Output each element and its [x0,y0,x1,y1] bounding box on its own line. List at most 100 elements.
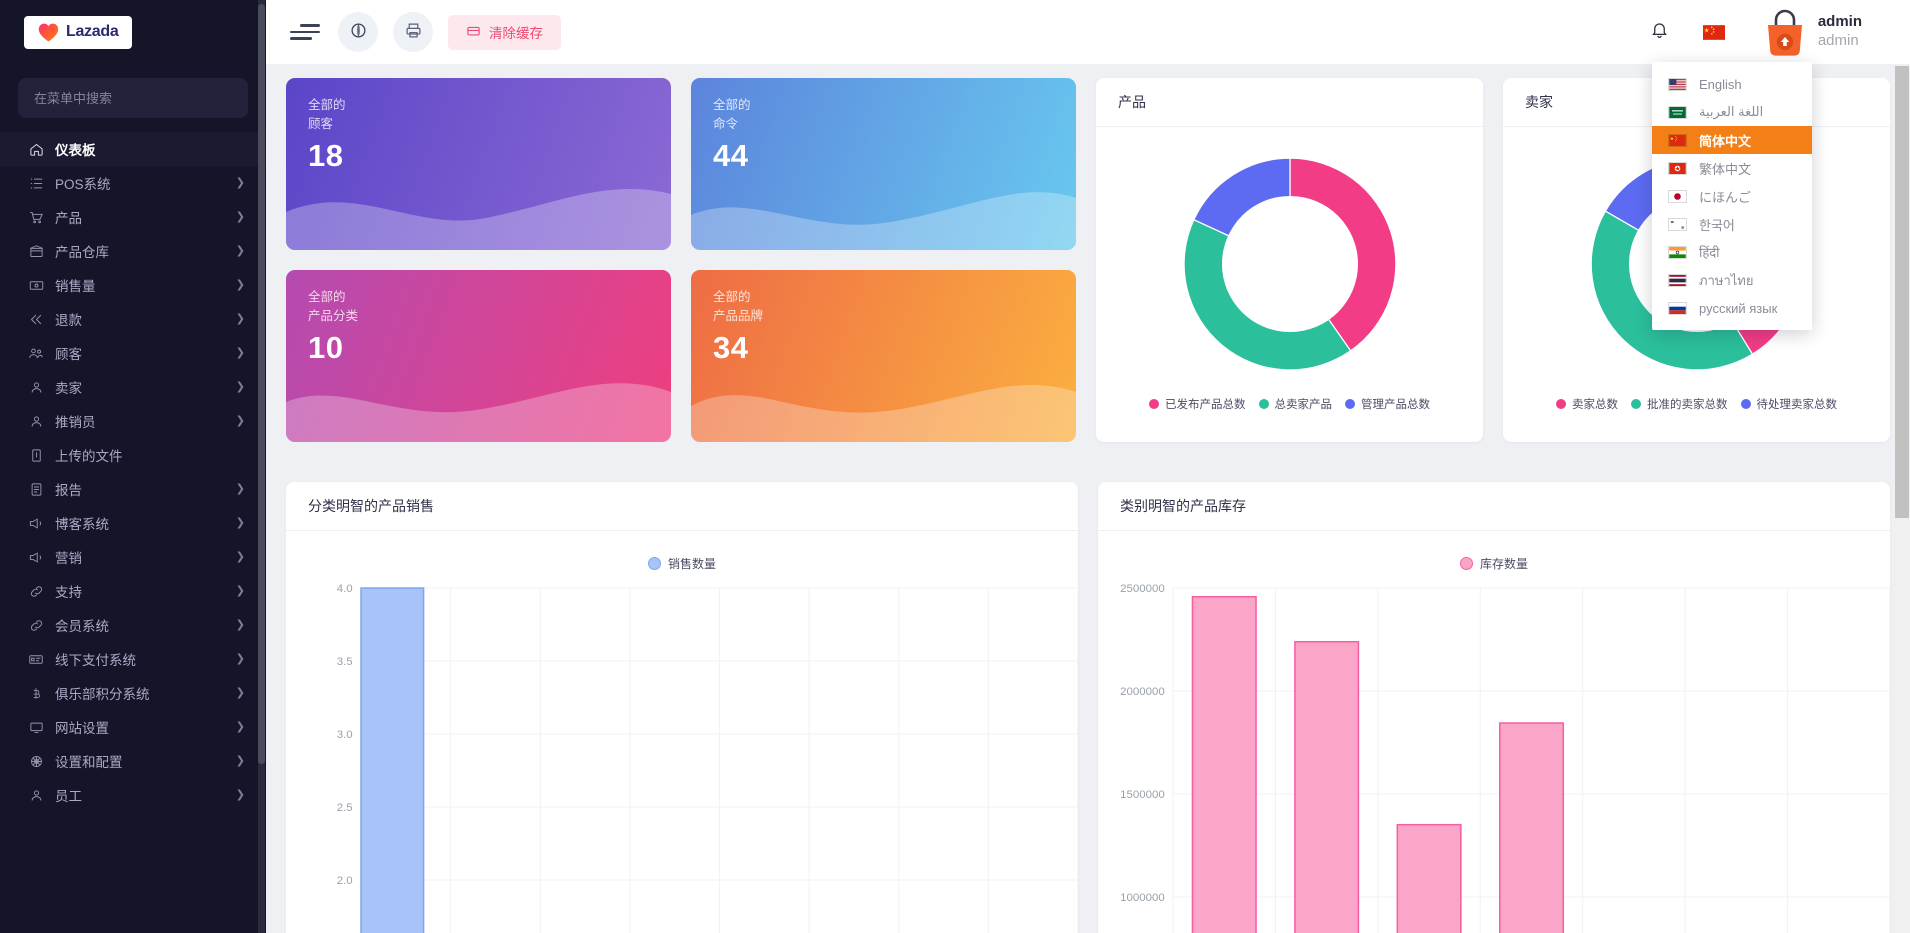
stock-bar-chart[interactable]: 2500000200000015000001000000 [1098,531,1890,933]
stat-card-value: 44 [713,138,1054,174]
sidebar-item-17[interactable]: 俱乐部积分系统❯ [0,676,266,710]
sidebar-item-8[interactable]: 卖家❯ [0,370,266,404]
sellers-legend-item-3[interactable]: 待处理卖家总数 [1741,396,1838,412]
sidebar-item-7[interactable]: 顾客❯ [0,336,266,370]
sidebar-nav: 仪表板POS系统❯产品❯产品仓库❯销售量❯退款❯顾客❯卖家❯推销员❯上传的文件报… [0,128,266,812]
app-root: Lazada 仪表板POS系统❯产品❯产品仓库❯销售量❯退款❯顾客❯卖家❯推销员… [0,0,1910,933]
current-language-flag-icon[interactable] [1703,25,1725,40]
stock-bar-2[interactable] [1397,825,1461,933]
sales-chart-body[interactable]: 销售数量 4.03.53.02.52.01.5 [286,531,1078,933]
hamburger-icon[interactable] [290,20,320,44]
sidebar-item-14[interactable]: 支持❯ [0,574,266,608]
chevron-right-icon: ❯ [236,212,245,223]
stat-card-4[interactable]: 全部的产品品牌34 [691,270,1076,442]
flag-us-icon [1668,78,1687,91]
sidebar-item-15[interactable]: 会员系统❯ [0,608,266,642]
products-legend-item-1[interactable]: 已发布产品总数 [1149,396,1246,412]
sidebar-item-12[interactable]: 博客系统❯ [0,506,266,540]
stat-card-title: 全部的命令 [713,96,1054,135]
sales-bar-0[interactable] [361,588,424,933]
chevron-right-icon: ❯ [236,280,245,291]
sidebar-item-label: 会员系统 [55,615,236,635]
sales-bar-chart[interactable]: 4.03.53.02.52.01.5 [286,531,1078,933]
legend-label: 管理产品总数 [1361,396,1430,412]
products-legend-item-2[interactable]: 总卖家产品 [1259,396,1333,412]
sidebar-item-label: 支持 [55,581,236,601]
user-menu[interactable]: admin admin [1763,0,1910,64]
page-scrollbar-thumb[interactable] [1895,66,1909,518]
sidebar-item-4[interactable]: 产品仓库❯ [0,234,266,268]
sidebar-item-label: POS系统 [55,173,236,193]
language-option-us[interactable]: English [1652,70,1812,98]
sidebar-item-label: 推销员 [55,411,236,431]
sidebar-item-3[interactable]: 产品❯ [0,200,266,234]
sidebar-item-19[interactable]: 设置和配置❯ [0,744,266,778]
legend-dot [1345,399,1355,409]
products-donut-legend: 已发布产品总数总卖家产品 管理产品总数 [1149,396,1430,412]
bell-icon[interactable] [1650,19,1669,45]
print-button[interactable] [393,12,433,52]
membership-icon [26,617,46,633]
language-button[interactable] [338,12,378,52]
stat-card-1[interactable]: 全部的顾客18 [286,78,671,250]
sidebar-scrollbar-thumb[interactable] [258,4,265,764]
sidebar-item-11[interactable]: 报告❯ [0,472,266,506]
legend-label: 已发布产品总数 [1165,396,1246,412]
language-option-label: русский язык [1699,301,1777,316]
dashboard-bottom-row: 分类明智的产品销售 销售数量 4.03.53.02.52.01.5 [286,462,1890,933]
chevron-right-icon: ❯ [236,416,245,427]
sidebar-item-label: 博客系统 [55,513,236,533]
products-legend-item-3[interactable]: 管理产品总数 [1345,396,1430,412]
sidebar-item-20[interactable]: 员工❯ [0,778,266,812]
logo[interactable]: Lazada [0,0,266,64]
stock-bar-3[interactable] [1500,723,1564,933]
legend-dot [1259,399,1269,409]
flag-kr-icon [1668,218,1687,231]
stock-bar-0[interactable] [1192,597,1256,933]
chevron-right-icon: ❯ [236,382,245,393]
sidebar-item-13[interactable]: 营销❯ [0,540,266,574]
sidebar-item-label: 销售量 [55,275,236,295]
sidebar-item-label: 产品仓库 [55,241,236,261]
language-option-kr[interactable]: 한국어 [1652,210,1812,238]
language-option-hk[interactable]: 繁体中文 [1652,154,1812,182]
sidebar-item-18[interactable]: 网站设置❯ [0,710,266,744]
sidebar-scroll-area: 仪表板POS系统❯产品❯产品仓库❯销售量❯退款❯顾客❯卖家❯推销员❯上传的文件报… [0,64,266,933]
language-dropdown[interactable]: Englishاللغة العربية简体中文繁体中文にほんご한국어हिंदी… [1652,62,1812,330]
stat-card-3[interactable]: 全部的产品分类10 [286,270,671,442]
flag-ru-icon [1668,302,1687,315]
sidebar-item-16[interactable]: 线下支付系统❯ [0,642,266,676]
clear-cache-button[interactable]: 清除缓存 [448,15,561,50]
stock-bar-1[interactable] [1295,642,1359,933]
sidebar-item-1[interactable]: 仪表板 [0,132,266,166]
staff-icon [26,787,46,803]
language-option-jp[interactable]: にほんご [1652,182,1812,210]
menu-search-input[interactable] [18,78,248,118]
language-option-th[interactable]: ภาษาไทย [1652,266,1812,294]
sidebar-item-9[interactable]: 推销员❯ [0,404,266,438]
language-option-in[interactable]: हिंदी [1652,238,1812,266]
language-option-cn[interactable]: 简体中文 [1652,126,1812,154]
chevron-right-icon: ❯ [236,518,245,529]
stock-chart-body[interactable]: 库存数量 2500000200000015000001000000 [1098,531,1890,933]
sidebar-item-10[interactable]: 上传的文件 [0,438,266,472]
sales-legend-dot [648,557,661,570]
sellers-legend-item-2[interactable]: 批准的卖家总数 [1631,396,1728,412]
stat-card-value: 18 [308,138,649,174]
sidebar-item-label: 营销 [55,547,236,567]
flag-jp-icon [1668,190,1687,203]
sidebar-item-2[interactable]: POS系统❯ [0,166,266,200]
sidebar-item-6[interactable]: 退款❯ [0,302,266,336]
language-option-label: ภาษาไทย [1699,270,1753,291]
sidebar-item-5[interactable]: 销售量❯ [0,268,266,302]
salesman-icon [26,413,46,429]
stat-card-prefix: 全部的 [713,288,1054,307]
language-option-ru[interactable]: русский язык [1652,294,1812,322]
stat-cards: 全部的顾客18全部的命令44全部的产品分类10全部的产品品牌34 [286,78,1076,442]
stat-card-2[interactable]: 全部的命令44 [691,78,1076,250]
language-option-sa[interactable]: اللغة العربية [1652,98,1812,126]
products-donut-chart[interactable] [1164,138,1416,390]
chevron-right-icon: ❯ [236,178,245,189]
printer-icon [405,22,422,42]
sellers-legend-item-1[interactable]: 卖家总数 [1556,396,1618,412]
